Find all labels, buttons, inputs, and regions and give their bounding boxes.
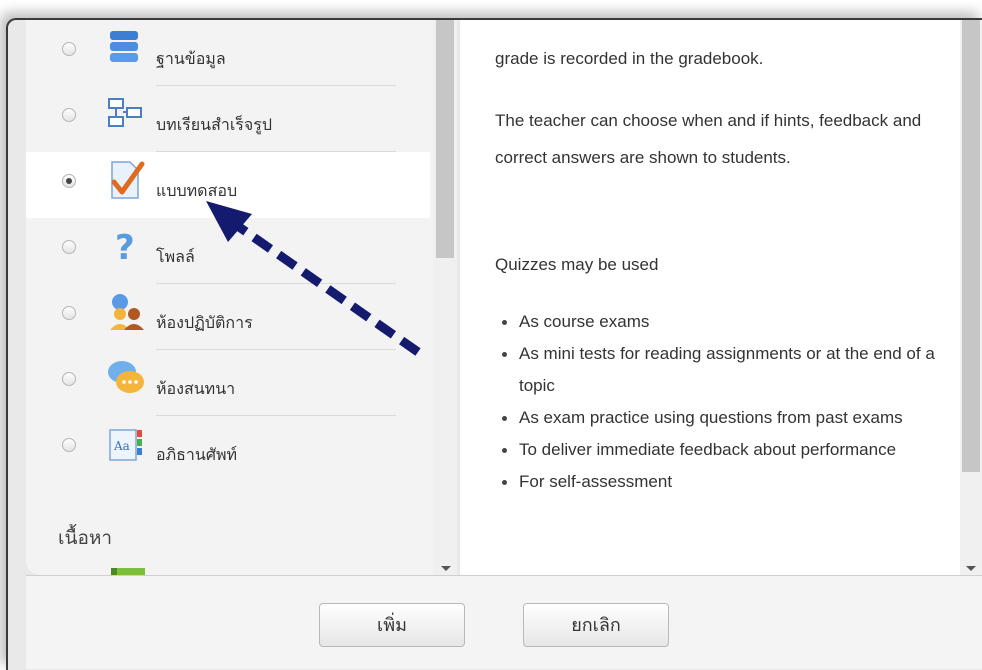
radio-button[interactable] — [62, 240, 76, 254]
list-item: As mini tests for reading assignments or… — [502, 338, 939, 402]
svg-text:Aa: Aa — [113, 439, 130, 453]
scrollbar-thumb[interactable] — [436, 20, 454, 258]
module-label: ห้องปฏิบัติการ — [156, 313, 253, 332]
glossary-icon: Aa — [106, 424, 146, 464]
module-item-workshop[interactable]: ห้องปฏิบัติการ — [26, 284, 426, 350]
module-list: ฐานข้อมูล บทเรียนสำเร็จรูป แบบทดสอบ ? โพ… — [26, 20, 444, 575]
scroll-down-arrow-icon[interactable] — [966, 566, 976, 571]
dialog-footer: เพิ่ม ยกเลิก — [26, 575, 982, 669]
scroll-down-arrow-icon[interactable] — [441, 566, 451, 571]
module-label: แบบทดสอบ — [156, 181, 238, 200]
module-label: ห้องสนทนา — [156, 379, 236, 398]
module-item-database[interactable]: ฐานข้อมูล — [26, 20, 426, 86]
section-heading-resources: เนื้อหา — [58, 527, 113, 549]
module-description: grade is recorded in the gradebook. The … — [460, 20, 960, 575]
description-text: The teacher can choose when and if hints… — [495, 111, 922, 167]
module-list-scrollbar[interactable] — [433, 20, 457, 575]
description-text: grade is recorded in the gradebook. — [495, 49, 764, 68]
chat-icon — [106, 358, 146, 398]
module-item-chat[interactable]: ห้องสนทนา — [26, 350, 426, 416]
list-item: To deliver immediate feedback about perf… — [502, 434, 939, 466]
description-list: As course exams As mini tests for readin… — [495, 306, 939, 498]
description-text: Quizzes may be used — [495, 255, 659, 274]
module-item-choice[interactable]: ? โพลล์ — [26, 218, 426, 284]
description-scrollbar[interactable] — [960, 20, 982, 575]
scrollbar-thumb[interactable] — [962, 20, 980, 472]
module-item-lesson[interactable]: บทเรียนสำเร็จรูป — [26, 86, 426, 152]
svg-text:?: ? — [115, 228, 135, 266]
module-label: โพลล์ — [156, 247, 195, 266]
module-label: ฐานข้อมูล — [156, 49, 226, 68]
module-item-quiz[interactable]: แบบทดสอบ — [26, 152, 430, 218]
radio-button-selected[interactable] — [62, 174, 76, 188]
radio-button[interactable] — [62, 108, 76, 122]
radio-button[interactable] — [62, 438, 76, 452]
database-icon — [106, 28, 146, 68]
list-item: For self-assessment — [502, 466, 939, 498]
cancel-button[interactable]: ยกเลิก — [523, 603, 669, 647]
workshop-icon — [106, 292, 146, 332]
choice-icon: ? — [106, 226, 146, 268]
radio-button[interactable] — [62, 372, 76, 386]
list-item: As course exams — [502, 306, 939, 338]
quiz-icon — [106, 160, 146, 200]
lesson-icon — [106, 94, 146, 134]
add-button[interactable]: เพิ่ม — [319, 603, 465, 647]
module-item-glossary[interactable]: Aa อภิธานศัพท์ — [26, 416, 426, 482]
module-label: อภิธานศัพท์ — [156, 445, 238, 464]
list-item: As exam practice using questions from pa… — [502, 402, 939, 434]
radio-button[interactable] — [62, 42, 76, 56]
resource-partial-icon — [111, 568, 145, 575]
module-label: บทเรียนสำเร็จรูป — [156, 115, 273, 134]
radio-button[interactable] — [62, 306, 76, 320]
